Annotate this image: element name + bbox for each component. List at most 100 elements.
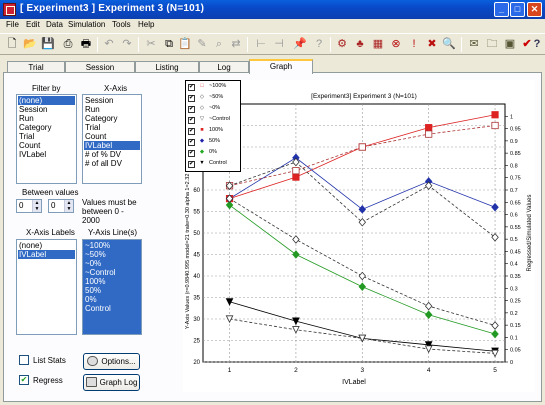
menu-tools[interactable]: Tools bbox=[112, 20, 131, 29]
replace-icon[interactable]: ⇄ bbox=[228, 36, 244, 52]
list-item[interactable]: Session bbox=[84, 96, 113, 105]
new-icon[interactable]: 🗋 bbox=[4, 36, 20, 52]
between-to-value: 0 bbox=[51, 201, 56, 210]
list-item[interactable]: IVLabel bbox=[84, 141, 140, 150]
between-from-spinner[interactable]: 0 ▲ ▼ bbox=[16, 199, 42, 213]
menu-data[interactable]: Data bbox=[46, 20, 63, 29]
print-preview-icon[interactable]: 🖶 bbox=[78, 36, 94, 52]
y-axis-lines-list[interactable]: ~100% ~50% ~0% ~Control 100% 50% 0% Cont… bbox=[82, 239, 142, 335]
legend-checkbox[interactable]: ✔ bbox=[188, 161, 195, 168]
menu-simulation[interactable]: Simulation bbox=[68, 20, 105, 29]
find-icon[interactable]: ⌕ bbox=[211, 36, 227, 52]
list-item[interactable]: Session bbox=[18, 105, 47, 114]
print-icon[interactable]: ⎙ bbox=[60, 36, 76, 52]
tab-strip: Trial Session Listing Log Graph bbox=[0, 59, 545, 74]
menu-edit[interactable]: Edit bbox=[26, 20, 40, 29]
list-item[interactable]: # of % DV bbox=[84, 150, 121, 159]
copy-icon[interactable]: ⧉ bbox=[161, 36, 177, 52]
cut-icon[interactable]: ✂ bbox=[143, 36, 159, 52]
open-icon[interactable]: 📂 bbox=[22, 36, 38, 52]
filter-by-list[interactable]: (none) Session Run Category Trial Count … bbox=[16, 94, 77, 184]
spinner-arrows-icon[interactable]: ▲ ▼ bbox=[64, 200, 73, 212]
spinner-arrows-icon[interactable]: ▲ ▼ bbox=[32, 200, 41, 212]
options-button[interactable]: Options... bbox=[83, 353, 140, 370]
legend-item[interactable]: ✔ ◇ ~0% bbox=[188, 104, 220, 113]
tab-graph[interactable]: Graph bbox=[249, 59, 313, 74]
stop-icon[interactable]: ⊗ bbox=[388, 36, 404, 52]
paste-icon[interactable]: 📋 bbox=[177, 36, 193, 52]
legend-label: 100% bbox=[209, 127, 224, 133]
list-item[interactable]: IVLabel bbox=[18, 250, 75, 259]
list-item[interactable]: Trial bbox=[84, 123, 100, 132]
zoom-icon[interactable]: 🔍 bbox=[441, 36, 457, 52]
help-pointer-icon[interactable]: ? bbox=[311, 36, 327, 52]
list-stats-checkbox[interactable] bbox=[19, 355, 29, 365]
legend-marker-icon: ◇ bbox=[199, 105, 205, 111]
legend-marker-icon: ■ bbox=[200, 127, 204, 133]
list-item[interactable]: Trial bbox=[18, 132, 34, 141]
list-item[interactable]: ~Control bbox=[84, 268, 115, 277]
merge-icon[interactable]: ⊣ bbox=[271, 36, 287, 52]
legend-checkbox[interactable]: ✔ bbox=[188, 84, 195, 91]
list-item[interactable]: 0% bbox=[84, 295, 97, 304]
list-item[interactable]: 100% bbox=[84, 277, 105, 286]
x-axis-labels-list[interactable]: (none) IVLabel bbox=[16, 239, 77, 335]
list-item[interactable]: IVLabel bbox=[18, 150, 46, 159]
legend-checkbox[interactable]: ✔ bbox=[188, 95, 195, 102]
list-item[interactable]: Run bbox=[84, 105, 100, 114]
tree-icon[interactable]: ♣ bbox=[352, 36, 368, 52]
between-to-spinner[interactable]: 0 ▲ ▼ bbox=[48, 199, 74, 213]
undo-icon[interactable]: ↶ bbox=[101, 36, 117, 52]
data-point bbox=[425, 124, 433, 132]
folder-icon[interactable]: 🗀 bbox=[484, 36, 500, 52]
graph-log-button[interactable]: Graph Log bbox=[83, 374, 140, 391]
list-item[interactable]: # of all DV bbox=[84, 159, 122, 168]
list-item[interactable]: Count bbox=[84, 132, 106, 141]
pin-icon[interactable]: 📌 bbox=[292, 36, 308, 52]
list-item[interactable]: Control bbox=[84, 304, 111, 313]
legend-item[interactable]: ✔ ▼ Control bbox=[188, 159, 227, 168]
cancel-icon[interactable]: ✖ bbox=[424, 36, 440, 52]
list-item[interactable]: ~50% bbox=[84, 250, 106, 259]
chart-icon[interactable]: ▦ bbox=[370, 36, 386, 52]
legend-item[interactable]: ✔ ◇ ~50% bbox=[188, 93, 223, 102]
split-icon[interactable]: ⊢ bbox=[253, 36, 269, 52]
menu-file[interactable]: File bbox=[6, 20, 19, 29]
x-axis-list[interactable]: Session Run Category Trial Count IVLabel… bbox=[82, 94, 142, 184]
regress-checkbox[interactable]: ✔ bbox=[19, 375, 29, 385]
legend-marker-icon: ▽ bbox=[199, 116, 205, 122]
list-item[interactable]: ~0% bbox=[84, 259, 101, 268]
legend-item[interactable]: ✔ ◆ 50% bbox=[188, 137, 220, 146]
edit-icon[interactable]: ✎ bbox=[194, 36, 210, 52]
redo-icon[interactable]: ↷ bbox=[119, 36, 135, 52]
legend-item[interactable]: ✔ ▽ ~Control bbox=[188, 115, 230, 124]
legend-item[interactable]: ✔ ■ 100% bbox=[188, 126, 223, 135]
legend-item[interactable]: ✔ ◆ 0% bbox=[188, 148, 217, 157]
list-item[interactable]: Category bbox=[18, 123, 51, 132]
settings-icon[interactable]: ⚙ bbox=[334, 36, 350, 52]
list-item[interactable]: (none) bbox=[18, 96, 75, 105]
y-tick-label: 50 bbox=[193, 231, 200, 237]
list-item[interactable]: 50% bbox=[84, 286, 101, 295]
y-axis-lines-label: Y-Axis Line(s) bbox=[88, 228, 138, 237]
save-icon[interactable]: 💾 bbox=[40, 36, 56, 52]
list-item[interactable]: Category bbox=[84, 114, 117, 123]
legend-checkbox[interactable]: ✔ bbox=[188, 117, 195, 124]
mail-icon[interactable]: ✉ bbox=[466, 36, 482, 52]
legend-checkbox[interactable]: ✔ bbox=[188, 139, 195, 146]
legend-checkbox[interactable]: ✔ bbox=[188, 106, 195, 113]
legend-checkbox[interactable]: ✔ bbox=[188, 150, 195, 157]
list-item[interactable]: ~100% bbox=[84, 241, 110, 250]
package-icon[interactable]: ▣ bbox=[502, 36, 518, 52]
help-icon[interactable]: ? bbox=[529, 36, 545, 52]
warning-icon[interactable]: ! bbox=[406, 36, 422, 52]
legend-checkbox[interactable]: ✔ bbox=[188, 128, 195, 135]
legend-item[interactable]: ✔ □ ~100% bbox=[188, 82, 226, 91]
list-item[interactable]: Count bbox=[18, 141, 40, 150]
minimize-button[interactable]: _ bbox=[494, 2, 509, 17]
list-item[interactable]: Run bbox=[18, 114, 34, 123]
menu-help[interactable]: Help bbox=[138, 20, 154, 29]
list-item[interactable]: (none) bbox=[18, 241, 42, 250]
maximize-button[interactable]: □ bbox=[510, 2, 525, 17]
close-button[interactable]: ✕ bbox=[527, 2, 542, 17]
